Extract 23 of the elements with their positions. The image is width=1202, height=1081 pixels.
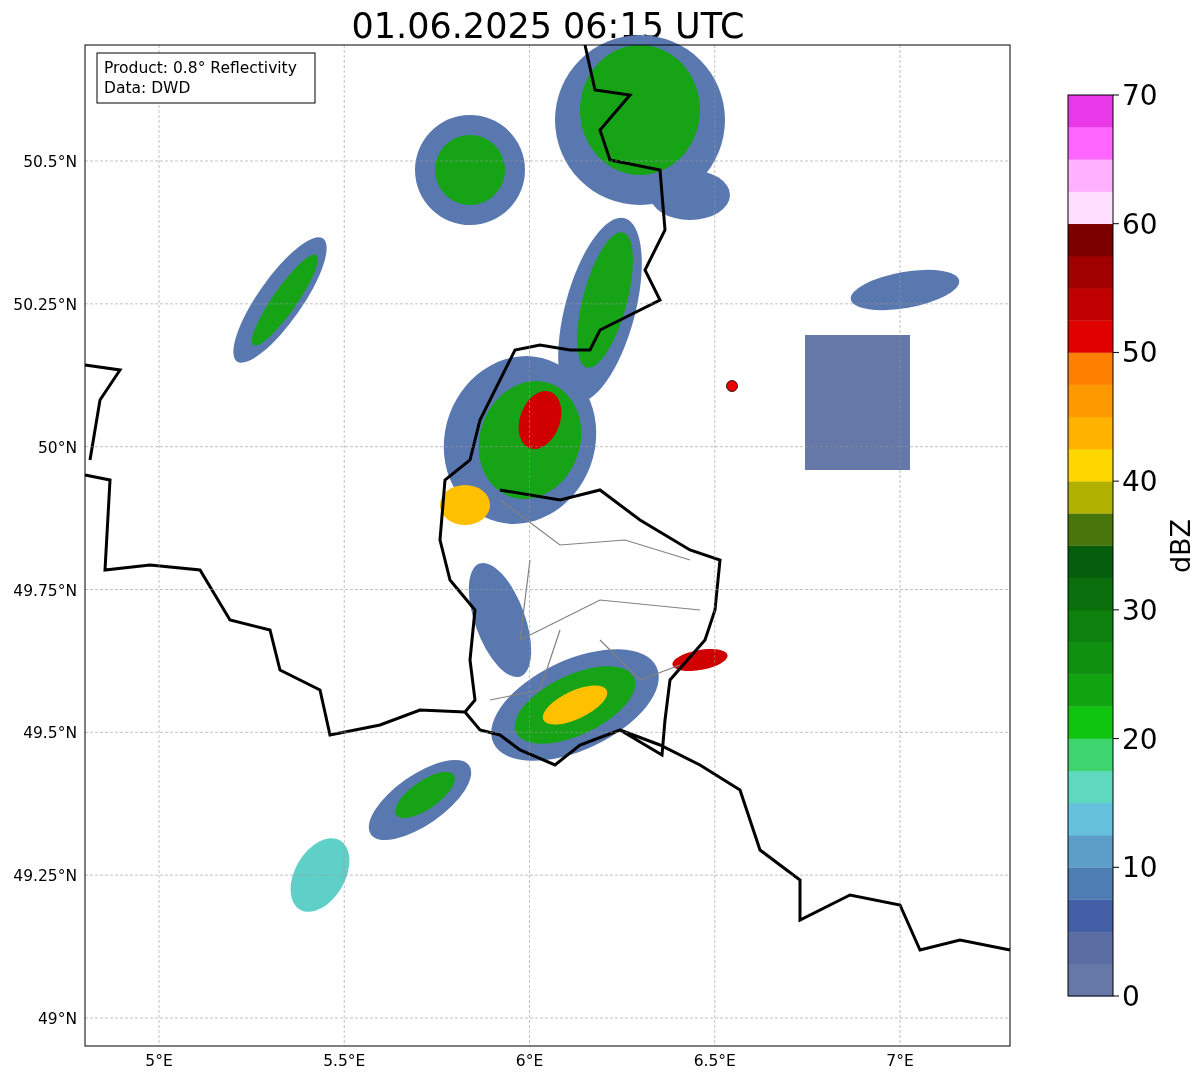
latitude-label: 50°N: [37, 438, 77, 457]
latitude-label: 49°N: [37, 1010, 77, 1028]
colorbar-tick-label: 40: [1122, 465, 1158, 499]
longitude-label: 7°E: [886, 1052, 914, 1070]
latitude-label: 49.75°N: [13, 581, 77, 600]
colorbar-tick-label: 20: [1122, 722, 1158, 756]
latitude-label: 49.25°N: [13, 867, 77, 886]
latitude-label: 49.5°N: [23, 724, 77, 743]
latitude-label: 50.5°N: [23, 153, 77, 171]
longitude-label: 5.5°E: [323, 1052, 366, 1070]
colorbar-label: dBZ: [1165, 518, 1196, 574]
colorbar-tick-label: 70: [1122, 79, 1158, 112]
latitude-label: 50.25°N: [13, 295, 77, 314]
colorbar-tick-label: 50: [1122, 336, 1158, 370]
colorbar-tick-label: 30: [1122, 593, 1158, 627]
info-text: Data: DWD: [104, 79, 191, 97]
longitude-label: 6.5°E: [693, 1052, 736, 1070]
longitude-label: 6°E: [515, 1052, 544, 1070]
colorbar-tick-label: 0: [1122, 980, 1140, 1013]
colorbar-tick-label: 60: [1122, 207, 1158, 241]
longitude-label: 5°E: [145, 1052, 173, 1070]
colorbar-tick-label: 10: [1122, 851, 1158, 885]
info-text: Product: 0.8° Reflectivity: [104, 59, 297, 77]
